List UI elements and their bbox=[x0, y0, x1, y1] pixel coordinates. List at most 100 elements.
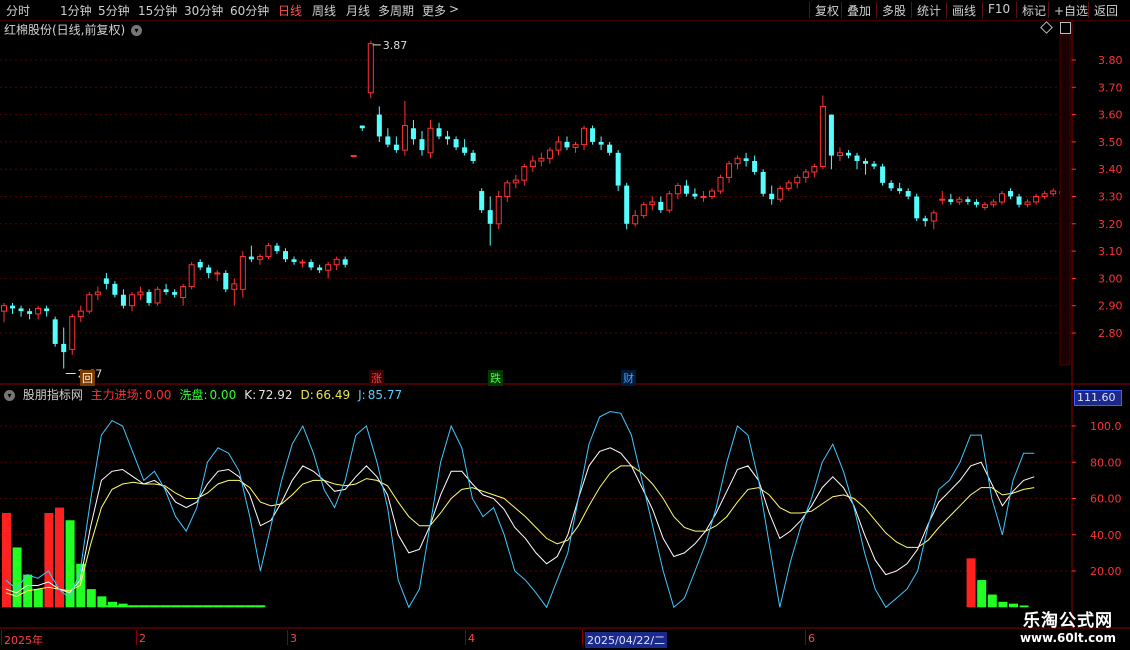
candle-body bbox=[27, 311, 33, 314]
tab-7[interactable]: 周线 bbox=[312, 2, 336, 19]
toolbar-button-8[interactable]: 返回 bbox=[1094, 2, 1118, 19]
candle bbox=[27, 308, 33, 320]
candle-body bbox=[581, 127, 588, 146]
price-pane-title[interactable]: 红棉股份(日线,前复权) ▾ bbox=[4, 21, 143, 38]
date-tick bbox=[287, 630, 288, 645]
candle bbox=[538, 152, 545, 167]
candle bbox=[385, 128, 391, 148]
tab-6[interactable]: 日线 bbox=[278, 2, 302, 19]
candle-body bbox=[734, 157, 741, 165]
tab-4[interactable]: 30分钟 bbox=[184, 2, 223, 19]
candle bbox=[581, 125, 588, 151]
candle bbox=[555, 136, 562, 156]
candle-body bbox=[163, 289, 169, 293]
candle bbox=[376, 106, 382, 142]
candle bbox=[325, 262, 332, 279]
candle-body bbox=[743, 158, 749, 162]
indicator-field-label: K: bbox=[244, 388, 257, 402]
event-marker-1[interactable]: 涨 bbox=[369, 370, 384, 386]
candle-body bbox=[265, 245, 272, 258]
candle-body bbox=[325, 264, 332, 271]
candle-body bbox=[120, 294, 126, 306]
candle bbox=[666, 191, 673, 213]
tab-8[interactable]: 月线 bbox=[346, 2, 370, 19]
candle bbox=[445, 130, 451, 145]
candle-body bbox=[103, 278, 109, 284]
candle bbox=[769, 185, 775, 205]
toolbar-button-7[interactable]: +自选 bbox=[1054, 2, 1088, 19]
candle bbox=[658, 196, 664, 213]
xipan-bar bbox=[33, 589, 43, 608]
toolbar-button-1[interactable]: 叠加 bbox=[847, 2, 871, 19]
candle-body bbox=[376, 114, 382, 137]
date-tick bbox=[465, 630, 466, 645]
candle-body bbox=[555, 141, 562, 151]
indicator-field-1: 洗盘: 0.00 bbox=[179, 388, 240, 402]
candle bbox=[965, 196, 971, 205]
candle bbox=[18, 305, 24, 317]
candle bbox=[367, 40, 374, 99]
indicator-name[interactable]: 股朋指标网 bbox=[23, 388, 83, 402]
stock-title[interactable]: 红棉股份(日线,前复权) bbox=[4, 23, 125, 37]
tab-2[interactable]: 5分钟 bbox=[98, 2, 130, 19]
more-chevron-icon[interactable]: > bbox=[449, 2, 459, 16]
date-tick bbox=[136, 630, 137, 645]
candle bbox=[393, 136, 399, 153]
candle-body bbox=[385, 136, 391, 145]
candle-body bbox=[128, 294, 135, 307]
event-marker-0[interactable]: 回 bbox=[80, 370, 95, 386]
indicator-field-value: 66.49 bbox=[315, 388, 351, 402]
chart-canvas[interactable]: 3.872.67 3.80 3.70 3.60 3.50 3.40 3.30 3.20 3.1… bbox=[0, 20, 1130, 650]
candle bbox=[248, 245, 254, 263]
candle-body bbox=[922, 218, 928, 222]
candle-body bbox=[632, 215, 639, 225]
candle bbox=[922, 215, 928, 227]
candle bbox=[811, 163, 818, 178]
candle-body bbox=[231, 283, 238, 290]
candle bbox=[888, 180, 894, 192]
price-candles: 3.872.67 bbox=[1, 39, 1065, 380]
candle bbox=[1050, 188, 1057, 197]
candle bbox=[752, 155, 758, 175]
candle-body bbox=[538, 157, 545, 162]
toolbar-button-0[interactable]: 复权 bbox=[815, 2, 839, 19]
indicator-dropdown-icon[interactable]: ▾ bbox=[4, 390, 15, 401]
candle-body bbox=[256, 256, 263, 260]
candle bbox=[930, 210, 937, 230]
candle bbox=[206, 264, 212, 279]
candle-body bbox=[52, 319, 58, 344]
price-tick-label: 3.00 bbox=[1098, 272, 1123, 285]
toolbar-button-2[interactable]: 多股 bbox=[882, 2, 906, 19]
event-marker-2[interactable]: 跌 bbox=[488, 370, 503, 386]
candle bbox=[427, 120, 434, 159]
tab-1[interactable]: 1分钟 bbox=[60, 2, 92, 19]
pane-maximize-icon[interactable] bbox=[1060, 22, 1071, 34]
tab-5[interactable]: 60分钟 bbox=[230, 2, 269, 19]
indicator-tick-label: 100.0 bbox=[1090, 420, 1122, 433]
tab-9[interactable]: 多周期 bbox=[378, 2, 414, 19]
toolbar-button-4[interactable]: 画线 bbox=[952, 2, 976, 19]
candle-body bbox=[10, 305, 16, 309]
candle bbox=[504, 180, 511, 202]
toolbar-button-6[interactable]: 标记 bbox=[1022, 2, 1046, 19]
title-dropdown-icon[interactable]: ▾ bbox=[131, 25, 143, 36]
tab-0[interactable]: 分时 bbox=[6, 2, 30, 19]
candle-body bbox=[880, 166, 886, 183]
indicator-field-value: 85.77 bbox=[367, 388, 403, 402]
price-tick-label: 3.60 bbox=[1098, 109, 1123, 122]
tab-3[interactable]: 15分钟 bbox=[138, 2, 177, 19]
candle bbox=[973, 199, 979, 208]
toolbar-button-5[interactable]: F10 bbox=[988, 2, 1010, 16]
candle bbox=[897, 182, 903, 194]
event-marker-3[interactable]: 财 bbox=[621, 370, 636, 386]
watermark: 乐淘公式网 www.60lt.com bbox=[1020, 606, 1116, 645]
candle bbox=[1024, 199, 1031, 208]
date-tick bbox=[582, 630, 583, 645]
candle-body bbox=[44, 308, 50, 312]
candle bbox=[61, 327, 67, 369]
candle-body bbox=[299, 261, 306, 264]
toolbar-button-3[interactable]: 统计 bbox=[917, 2, 941, 19]
candle-body bbox=[649, 201, 656, 206]
tab-10[interactable]: 更多 bbox=[422, 2, 446, 19]
candle bbox=[239, 251, 246, 298]
